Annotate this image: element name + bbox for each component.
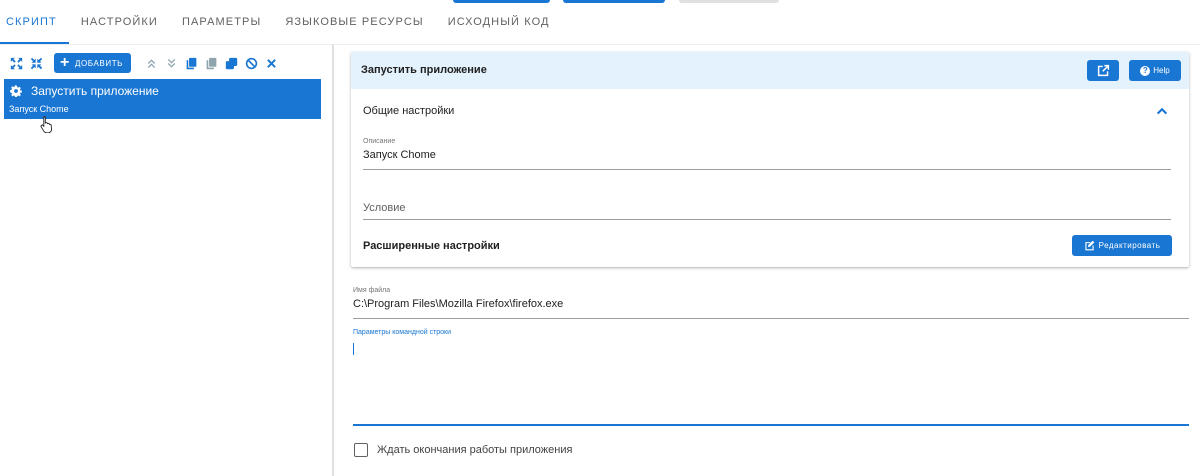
edit-button[interactable]: Редактировать xyxy=(1072,235,1172,256)
wait-checkbox[interactable]: Ждать окончания работы приложения xyxy=(354,443,572,457)
tree-item-subtitle: Запуск Chome xyxy=(9,104,69,114)
condition-placeholder: Условие xyxy=(363,202,406,214)
description-value: Запуск Chome xyxy=(363,149,436,161)
help-label: Help xyxy=(1153,66,1170,75)
condition-field[interactable]: Условие xyxy=(363,192,1171,220)
move-up-icon[interactable] xyxy=(143,55,159,71)
filename-value: C:\Program Files\Mozilla Firefox\firefox… xyxy=(353,298,564,310)
panel-divider[interactable] xyxy=(332,44,334,476)
tab-parameters[interactable]: ПАРАМЕТРЫ xyxy=(170,0,273,44)
cmdline-underline xyxy=(353,424,1189,426)
gear-icon xyxy=(10,85,22,97)
tab-bar: СКРИПТ НАСТРОЙКИ ПАРАМЕТРЫ ЯЗЫКОВЫЕ РЕСУ… xyxy=(0,0,562,44)
wait-checkbox-label: Ждать окончания работы приложения xyxy=(377,444,573,456)
tree-toolbar: + ДОБАВИТЬ xyxy=(8,53,279,73)
open-external-button[interactable] xyxy=(1087,60,1119,81)
duplicate-icon[interactable] xyxy=(223,55,239,71)
top-button-stub-2[interactable] xyxy=(563,0,665,3)
filename-underline xyxy=(353,318,1189,319)
tab-language-resources[interactable]: ЯЗЫКОВЫЕ РЕСУРСЫ xyxy=(273,0,435,44)
help-button[interactable]: ? Help xyxy=(1129,60,1181,81)
plus-icon: + xyxy=(60,54,70,71)
external-link-icon xyxy=(1097,64,1109,77)
expand-all-icon[interactable] xyxy=(8,55,24,71)
condition-underline xyxy=(363,219,1171,220)
tree-item-launch-app[interactable]: Запустить приложение Запуск Chome xyxy=(4,79,321,119)
tab-script[interactable]: СКРИПТ xyxy=(0,0,69,44)
advanced-settings-title: Расширенные настройки xyxy=(363,240,500,252)
collapse-all-icon[interactable] xyxy=(28,55,44,71)
tree-item-title-row: Запустить приложение xyxy=(10,84,159,98)
action-title: Запустить приложение xyxy=(361,64,487,76)
hand-cursor-icon xyxy=(40,116,52,133)
edit-icon xyxy=(1084,240,1094,251)
move-down-icon[interactable] xyxy=(163,55,179,71)
add-button[interactable]: + ДОБАВИТЬ xyxy=(54,53,132,73)
description-underline xyxy=(363,169,1171,170)
general-settings-title: Общие настройки xyxy=(363,105,455,117)
chevron-up-icon[interactable] xyxy=(1155,104,1169,118)
tree-item-title: Запустить приложение xyxy=(31,84,159,98)
disable-icon[interactable] xyxy=(243,55,259,71)
tab-source-code[interactable]: ИСХОДНЫЙ КОД xyxy=(436,0,562,44)
tab-settings[interactable]: НАСТРОЙКИ xyxy=(69,0,170,44)
top-button-stub-3[interactable] xyxy=(679,0,779,3)
description-label: Описание xyxy=(363,138,396,145)
add-button-label: ДОБАВИТЬ xyxy=(74,58,124,68)
description-field[interactable]: Описание Запуск Chome xyxy=(363,138,1171,170)
checkbox-box[interactable] xyxy=(354,443,368,457)
paste-icon[interactable] xyxy=(203,55,219,71)
delete-icon[interactable] xyxy=(263,55,279,71)
filename-field[interactable]: Имя файла C:\Program Files\Mozilla Firef… xyxy=(353,287,1189,319)
question-circle-icon: ? xyxy=(1140,65,1151,76)
text-caret xyxy=(353,343,354,355)
edit-label: Редактировать xyxy=(1098,241,1161,250)
copy-icon[interactable] xyxy=(183,55,199,71)
cmdline-textarea[interactable]: Параметры командной строки xyxy=(353,329,1189,426)
tab-divider xyxy=(0,44,1200,45)
card-header: Запустить приложение ? Help xyxy=(351,52,1189,89)
cmdline-label: Параметры командной строки xyxy=(353,329,452,336)
action-card: Запустить приложение ? Help Общие настро… xyxy=(351,52,1189,267)
filename-label: Имя файла xyxy=(353,287,391,294)
